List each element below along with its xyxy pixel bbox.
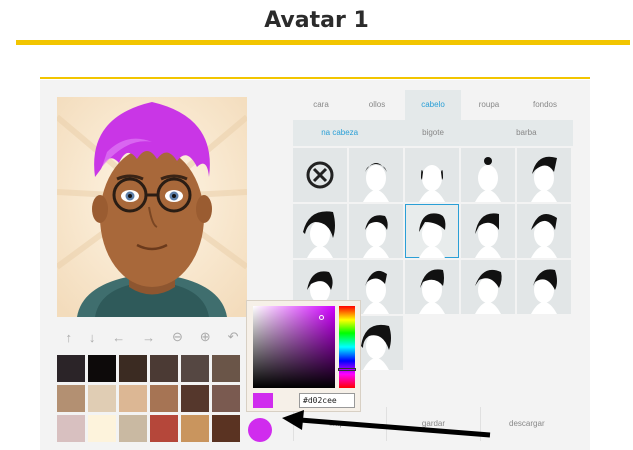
hair-subtabs: na cabeza bigote barba: [293, 120, 573, 146]
color-swatch[interactable]: [119, 415, 147, 442]
arrow-up-icon[interactable]: ↑: [65, 330, 72, 345]
arrow-right-icon[interactable]: →: [142, 330, 155, 345]
color-swatch[interactable]: [57, 355, 85, 382]
hair-style-option[interactable]: [517, 148, 571, 202]
color-swatch[interactable]: [150, 385, 178, 412]
hue-slider[interactable]: [338, 306, 356, 388]
subtab-barba[interactable]: barba: [480, 120, 573, 146]
current-color-preview: [253, 393, 273, 408]
color-swatch[interactable]: [88, 355, 116, 382]
skin-color-swatches: [57, 355, 247, 442]
undo-icon[interactable]: ↶: [228, 329, 239, 345]
hair-style-option[interactable]: [405, 204, 459, 258]
color-swatch[interactable]: [181, 385, 209, 412]
hue-handle[interactable]: [338, 368, 356, 371]
color-swatch[interactable]: [119, 355, 147, 382]
hair-style-option[interactable]: [405, 260, 459, 314]
avatar-preview: [57, 97, 247, 317]
color-swatch[interactable]: [57, 415, 85, 442]
hair-style-option[interactable]: [405, 148, 459, 202]
category-tabs: cara ollos cabelo roupa fondos: [293, 90, 573, 120]
page-title: Avatar 1: [264, 8, 369, 33]
hair-color-button[interactable]: [248, 418, 272, 442]
color-swatch[interactable]: [181, 415, 209, 442]
hair-style-option[interactable]: [293, 204, 347, 258]
hair-style-option[interactable]: [461, 148, 515, 202]
color-swatch[interactable]: [150, 355, 178, 382]
hair-style-option[interactable]: [461, 260, 515, 314]
tab-fondos[interactable]: fondos: [517, 90, 573, 120]
hair-style-option[interactable]: [517, 260, 571, 314]
color-swatch[interactable]: [150, 415, 178, 442]
panel-divider: [40, 77, 590, 79]
subtab-na-cabeza[interactable]: na cabeza: [293, 120, 386, 146]
title-divider: [16, 40, 630, 45]
arrow-left-icon[interactable]: ←: [112, 330, 125, 345]
hex-input[interactable]: #d02cee: [299, 393, 355, 408]
hair-style-option[interactable]: [349, 148, 403, 202]
color-swatch[interactable]: [212, 385, 240, 412]
avatar-toolbar: ↑ ↓ ← → ⊖ ⊕ ↶: [57, 325, 247, 349]
color-picker: #d02cee: [246, 300, 361, 412]
subtab-bigote[interactable]: bigote: [386, 120, 479, 146]
picker-cursor[interactable]: [319, 315, 324, 320]
color-swatch[interactable]: [57, 385, 85, 412]
zoom-in-icon[interactable]: ⊕: [200, 329, 211, 345]
tab-cabelo[interactable]: cabelo: [405, 90, 461, 120]
color-swatch[interactable]: [212, 415, 240, 442]
zoom-out-icon[interactable]: ⊖: [172, 329, 183, 345]
tab-cara[interactable]: cara: [293, 90, 349, 120]
annotation-arrow-icon: [282, 410, 491, 438]
color-swatch[interactable]: [119, 385, 147, 412]
hair-style-option[interactable]: [349, 204, 403, 258]
hair-style-option[interactable]: [461, 204, 515, 258]
arrow-down-icon[interactable]: ↓: [89, 330, 96, 345]
color-swatch[interactable]: [212, 355, 240, 382]
no-hair-option[interactable]: [293, 148, 347, 202]
tab-ollos[interactable]: ollos: [349, 90, 405, 120]
tab-roupa[interactable]: roupa: [461, 90, 517, 120]
color-swatch[interactable]: [181, 355, 209, 382]
color-swatch[interactable]: [88, 415, 116, 442]
saturation-value-area[interactable]: [253, 306, 335, 388]
color-swatch[interactable]: [88, 385, 116, 412]
hair-style-option[interactable]: [517, 204, 571, 258]
